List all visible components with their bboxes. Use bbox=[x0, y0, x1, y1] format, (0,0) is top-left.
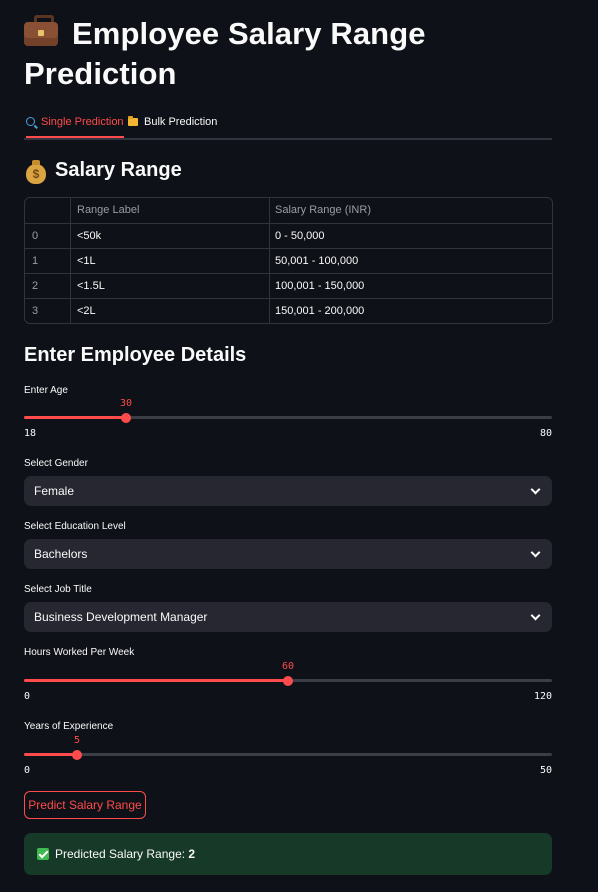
gender-select[interactable]: Female bbox=[24, 476, 552, 506]
table-header-row: Range Label Salary Range (INR) bbox=[25, 198, 552, 223]
age-slider-thumb[interactable] bbox=[121, 412, 131, 423]
job-title-select[interactable]: Business Development Manager bbox=[24, 602, 552, 632]
chevron-down-icon bbox=[530, 610, 541, 621]
folder-icon bbox=[128, 116, 138, 126]
experience-min: 0 bbox=[24, 765, 31, 776]
gender-label: Select Gender bbox=[24, 458, 88, 469]
prediction-result-alert: Predicted Salary Range: 2 bbox=[24, 833, 552, 875]
table-row: 1 <1L 50,001 - 100,000 bbox=[25, 248, 552, 274]
column-header: Salary Range (INR) bbox=[275, 204, 371, 216]
experience-slider[interactable] bbox=[24, 749, 552, 760]
main-container: Employee Salary Range Prediction Single … bbox=[24, 0, 553, 875]
age-label: Enter Age bbox=[24, 385, 68, 396]
age-slider[interactable] bbox=[24, 412, 552, 423]
table-row: 0 <50k 0 - 50,000 bbox=[25, 223, 552, 249]
prediction-result-value: 2 bbox=[188, 847, 196, 861]
hours-max: 120 bbox=[533, 691, 552, 702]
age-min: 18 bbox=[24, 428, 37, 439]
tab-single-prediction[interactable]: Single Prediction bbox=[26, 108, 124, 138]
money-bag-icon: $ bbox=[26, 160, 46, 184]
age-max: 80 bbox=[539, 428, 552, 439]
hours-value: 60 bbox=[281, 661, 295, 672]
prediction-result-text: Predicted Salary Range: 2 bbox=[55, 847, 196, 861]
tab-bulk-prediction[interactable]: Bulk Prediction bbox=[128, 108, 217, 136]
education-label: Select Education Level bbox=[24, 521, 126, 532]
education-select[interactable]: Bachelors bbox=[24, 539, 552, 569]
column-header: Range Label bbox=[77, 204, 140, 216]
chevron-down-icon bbox=[530, 484, 541, 495]
salary-range-table: Range Label Salary Range (INR) 0 <50k 0 … bbox=[24, 197, 553, 324]
job-title-label: Select Job Title bbox=[24, 584, 92, 595]
experience-slider-thumb[interactable] bbox=[72, 749, 82, 760]
experience-value: 5 bbox=[73, 735, 81, 746]
predict-salary-button[interactable]: Predict Salary Range bbox=[24, 791, 146, 819]
briefcase-icon bbox=[24, 15, 58, 46]
employee-details-heading: Enter Employee Details bbox=[24, 344, 247, 366]
age-value: 30 bbox=[119, 398, 133, 409]
page-title: Employee Salary Range Prediction bbox=[24, 0, 552, 94]
hours-min: 0 bbox=[24, 691, 31, 702]
table-row: 2 <1.5L 100,001 - 150,000 bbox=[25, 273, 552, 299]
hours-label: Hours Worked Per Week bbox=[24, 647, 135, 658]
check-icon bbox=[37, 848, 49, 860]
page-title-text: Employee Salary Range Prediction bbox=[24, 16, 426, 91]
experience-max: 50 bbox=[539, 765, 552, 776]
salary-range-heading: $ Salary Range bbox=[26, 159, 182, 184]
hours-slider-thumb[interactable] bbox=[283, 675, 293, 686]
magnifier-icon bbox=[26, 117, 35, 126]
tab-bar: Single Prediction Bulk Prediction bbox=[24, 108, 552, 140]
experience-label: Years of Experience bbox=[24, 721, 114, 732]
chevron-down-icon bbox=[530, 547, 541, 558]
hours-slider[interactable] bbox=[24, 675, 552, 686]
table-row: 3 <2L 150,001 - 200,000 bbox=[25, 298, 552, 323]
